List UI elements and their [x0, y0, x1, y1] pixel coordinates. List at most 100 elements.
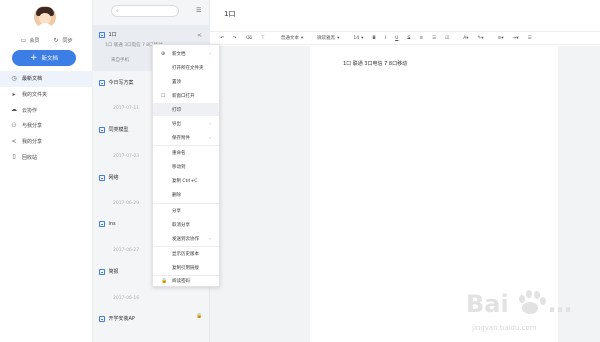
underline-button[interactable]: U — [395, 36, 398, 41]
line-spacing-icon[interactable]: ☰ — [528, 36, 532, 41]
search-icon: ⌕ — [116, 8, 119, 14]
menu-item-history[interactable]: 显示历史版本 — [153, 247, 219, 260]
list-view-menu-icon[interactable]: ☰ — [196, 7, 201, 14]
sidebar-item-label: 云协作 — [22, 107, 38, 114]
document-title-row[interactable]: 今日写方案 — [99, 79, 134, 86]
eraser-icon[interactable]: ⌫ — [246, 36, 252, 41]
bold-button[interactable]: B — [372, 36, 375, 41]
menu-item-new-window[interactable]: ☐ 新窗口打开 — [153, 89, 219, 102]
sync-label: 同步 — [62, 38, 73, 44]
sidebar-item-my-shares[interactable]: < 我的分享 — [0, 134, 93, 150]
sidebar-item-trash[interactable]: ▯ 回收站 — [0, 149, 93, 165]
document-source: 来自手机 — [111, 58, 129, 63]
document-title-row[interactable]: 同类模型 — [99, 126, 129, 133]
menu-item-new-document[interactable]: ⊕ 新文档 › — [153, 47, 219, 60]
sidebar-item-label: 我的文件夹 — [22, 92, 48, 99]
document-icon — [99, 315, 105, 322]
search-input[interactable]: ⌕ — [111, 5, 179, 17]
menu-item-label: 移动到 — [172, 164, 186, 170]
align-icon[interactable]: ≡▾ — [498, 36, 504, 41]
undo-icon[interactable]: ↶ — [220, 36, 224, 41]
menu-item-label: 分享 — [172, 208, 181, 214]
menu-item-label: 打开所在文件夹 — [172, 65, 204, 71]
font-color-icon[interactable]: A▾ — [463, 36, 468, 41]
checkbox-list-icon[interactable]: ☑ — [445, 36, 449, 41]
menu-item-delete[interactable]: 删除 — [153, 188, 219, 201]
unordered-list-icon[interactable]: ≡ — [419, 36, 423, 41]
menu-item-label: 保存附件 — [172, 135, 190, 141]
sidebar-item-collab[interactable]: ☁ 云协作 — [0, 102, 93, 118]
menu-item-label: 显示历史版本 — [172, 251, 199, 257]
member-button[interactable]: ▭ 会员 — [20, 37, 39, 44]
menu-item-save-attachment[interactable]: 保存附件 › — [153, 131, 219, 144]
menu-item-label: 新文档 — [172, 51, 186, 57]
menu-item-copy[interactable]: 复制 Ctrl+C — [153, 174, 219, 187]
menu-item-open-folder[interactable]: 打开所在文件夹 — [153, 61, 219, 74]
document-title-row[interactable]: 网络 — [99, 174, 119, 181]
menu-item-print[interactable]: 打印 — [153, 103, 219, 116]
share-icon: < — [11, 137, 17, 145]
watermark-text: Bai — [466, 290, 509, 318]
sidebar-item-shared-with-me[interactable]: ⚇ 与我分享 — [0, 118, 93, 134]
menu-item-label: 复制 Ctrl+C — [172, 178, 198, 184]
document-title: 同类模型 — [108, 127, 129, 133]
monitor-icon: ▭ — [20, 36, 27, 44]
document-title: 今日写方案 — [108, 80, 134, 86]
document-icon — [99, 221, 105, 227]
format-painter-icon[interactable]: ⊤ — [261, 36, 265, 41]
user-avatar[interactable] — [34, 6, 56, 28]
watermark-url: jingyan.baidu.com — [472, 324, 537, 332]
menu-item-send-to-collab[interactable]: 发送到云协作 › — [153, 232, 219, 245]
redo-icon[interactable]: ↷ — [233, 36, 237, 41]
document-title-row[interactable]: ins — [99, 221, 116, 227]
menu-item-pin[interactable]: 置顶 — [153, 75, 219, 88]
ordered-list-icon[interactable]: ☰ — [432, 36, 436, 41]
menu-item-label: 复制引用链接 — [172, 265, 199, 271]
menu-item-copy-link[interactable]: 复制引用链接 — [153, 261, 219, 274]
document-title: 开学安装AP — [108, 316, 135, 322]
strikethrough-button[interactable]: S — [407, 36, 410, 41]
menu-item-label: 打印 — [172, 107, 181, 113]
sidebar-item-latest[interactable]: ◷ 最新文档 — [0, 71, 93, 87]
menu-item-unshare[interactable]: 取消分享 — [153, 218, 219, 231]
sidebar-item-label: 回收站 — [22, 154, 38, 161]
menu-item-label: 取消分享 — [172, 222, 190, 228]
document-title: ins — [108, 221, 116, 227]
chevron-down-icon: ▾ — [337, 35, 340, 41]
document-title-row[interactable]: 1口 — [99, 31, 117, 38]
sidebar-item-folders[interactable]: ▸ 我的文件夹 — [0, 87, 93, 103]
italic-button[interactable]: I — [385, 36, 386, 41]
font-size-select[interactable]: 14 ▾ — [353, 36, 363, 41]
sidebar-actions: ▭ 会员 ↻ 同步 — [0, 37, 93, 44]
menu-item-label: 重命名 — [172, 150, 186, 156]
menu-item-share[interactable]: 分享 — [153, 204, 219, 217]
chevron-right-icon: › — [209, 51, 211, 56]
share-icon[interactable]: < — [197, 32, 202, 39]
sync-button[interactable]: ↻ 同步 — [54, 37, 73, 44]
menu-item-read-password[interactable]: 🔒 阅读密码 — [153, 274, 219, 287]
editor-content[interactable]: 1口 联通 3口电信 7 8口移动 — [343, 60, 407, 67]
highlight-color-icon[interactable]: ✎▾ — [478, 36, 484, 41]
chevron-right-icon: › — [209, 135, 211, 140]
sidebar-item-label: 我的分享 — [22, 139, 43, 146]
lock-icon: 🔒 — [161, 277, 168, 284]
menu-item-label: 发送到云协作 — [172, 236, 199, 242]
menu-item-move[interactable]: 移动到 — [153, 160, 219, 173]
document-title-row[interactable]: 开学安装AP — [99, 315, 135, 322]
document-title: 1口 — [108, 32, 117, 38]
new-document-label: 新文档 — [41, 56, 59, 62]
menu-item-export[interactable]: 导出 › — [153, 117, 219, 130]
document-date: 2017-06-29 — [113, 201, 140, 206]
editor-title[interactable]: 1口 — [224, 9, 235, 19]
indent-icon[interactable]: ⇥▾ — [513, 36, 519, 41]
menu-item-label: 删除 — [172, 192, 181, 198]
chevron-right-icon: › — [209, 236, 211, 241]
menu-item-rename[interactable]: 重命名 — [153, 146, 219, 159]
new-document-button[interactable]: + 新文档 — [12, 50, 76, 66]
document-title-row[interactable]: 简报 — [99, 268, 119, 275]
folder-icon: ▸ — [12, 90, 16, 98]
font-family-select[interactable]: 微软雅黑 ▾ — [317, 35, 340, 42]
menu-item-label: 导出 — [172, 121, 181, 127]
paragraph-style-select[interactable]: 普通文本 ▾ — [280, 35, 303, 42]
paragraph-style-value: 普通文本 — [280, 36, 299, 41]
